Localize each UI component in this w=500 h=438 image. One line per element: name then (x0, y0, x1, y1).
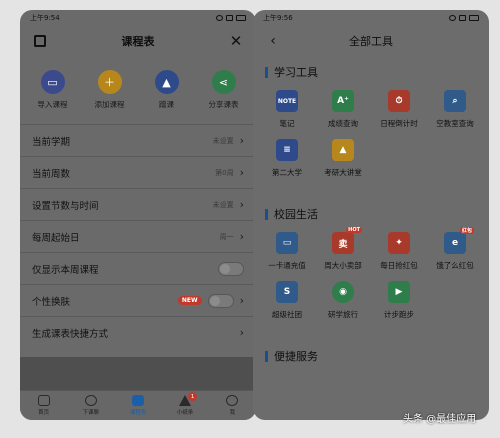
campus-life-grid: ▭ 一卡通充值 卖 HOT 周大小卖部 ✦ 每日抢红包 e 红包 饿了么红包 S… (253, 224, 489, 320)
import-icon: ▭ (40, 70, 65, 94)
tool-card-recharge[interactable]: ▭ 一卡通充值 (259, 232, 315, 271)
tab-me[interactable]: 我 (212, 395, 252, 416)
bottom-tab-bar: 首页 下课聊 课程表 1 小纸条 我 (20, 390, 256, 420)
profile-icon (226, 395, 239, 406)
home-icon (37, 395, 50, 406)
chevron-right-icon: › (239, 294, 244, 307)
close-icon: ✕ (229, 32, 243, 50)
tool-second-university[interactable]: ≡ 第二大学 (259, 139, 315, 178)
add-course-button[interactable]: ＋ 添加课程 (83, 70, 137, 110)
tool-step-running[interactable]: ▶ 计步跑步 (371, 281, 427, 320)
setting-custom-skin[interactable]: 个性换肤 NEW › (20, 284, 256, 316)
section-header: 便捷服务 (253, 346, 489, 366)
tab-schedule[interactable]: 课程表 (118, 395, 158, 416)
tool-daily-red-packet[interactable]: ✦ 每日抢红包 (371, 232, 427, 271)
quick-actions: ▭ 导入课程 ＋ 添加课程 ▲ 蹭课 ⋖ 分享课表 (20, 56, 256, 118)
status-time: 上午9:56 (263, 14, 293, 22)
add-course-icon: ＋ (97, 70, 122, 94)
club-icon: S (276, 281, 298, 303)
tab-home[interactable]: 首页 (24, 395, 64, 416)
section-header: 学习工具 (253, 62, 489, 82)
alarm-icon (216, 15, 223, 21)
chat-icon (84, 395, 97, 406)
setting-current-week[interactable]: 当前周数 第0周 › (20, 156, 256, 188)
tool-notes[interactable]: NOTE 笔记 (259, 90, 315, 129)
page-title: 课程表 (121, 35, 155, 48)
study-tools-grid: NOTE 笔记 A⁺ 成绩查询 ⏱ 日程倒计时 ⌕ 空教室查询 ≡ 第二大学 ▲… (253, 82, 489, 178)
scan-button[interactable] (32, 33, 48, 49)
red-packet-icon: ✦ (388, 232, 410, 254)
back-button[interactable]: ‹ (265, 33, 281, 49)
notification-badge: 1 (188, 392, 198, 401)
setting-current-semester[interactable]: 当前学期 未设置 › (20, 124, 256, 156)
empty-area (20, 357, 256, 391)
running-icon: ▶ (388, 281, 410, 303)
hot-badge: HOT (346, 227, 362, 233)
tool-shop[interactable]: 卖 HOT 周大小卖部 (315, 227, 371, 271)
course-schedule-screen: 上午9:54 课程表 ✕ ▭ 导入课程 ＋ 添加课程 ▲ 蹭课 ⋖ 分享课表 当… (20, 10, 256, 420)
share-schedule-button[interactable]: ⋖ 分享课表 (197, 70, 251, 110)
status-time: 上午9:54 (30, 14, 60, 22)
new-badge: NEW (177, 296, 202, 305)
chevron-right-icon: › (239, 326, 244, 339)
travel-icon: ◉ (332, 281, 354, 303)
section-title: 学习工具 (274, 66, 318, 79)
section-header: 校园生活 (253, 204, 489, 224)
tool-grade-query[interactable]: A⁺ 成绩查询 (315, 90, 371, 129)
chevron-right-icon: › (239, 198, 244, 211)
card-icon: ▭ (276, 232, 298, 254)
tool-eleme-red-packet[interactable]: e 红包 饿了么红包 (427, 227, 483, 271)
grade-icon: A⁺ (332, 90, 354, 112)
scan-icon (34, 35, 46, 47)
tool-super-club[interactable]: S 超级社团 (259, 281, 315, 320)
share-icon: ⋖ (211, 70, 236, 94)
red-packet-badge: 红包 (459, 227, 474, 234)
page-title: 全部工具 (349, 35, 393, 48)
chevron-right-icon: › (239, 166, 244, 179)
status-bar: 上午9:56 (253, 10, 489, 26)
setting-this-week-only: 仅显示本周课程 (20, 252, 256, 284)
chevron-right-icon: › (239, 134, 244, 147)
wifi-icon (459, 15, 466, 21)
setting-week-start-day[interactable]: 每周起始日 周一 › (20, 220, 256, 252)
classroom-search-icon: ⌕ (444, 90, 466, 112)
header: ‹ 全部工具 (253, 26, 489, 56)
graduation-cap-icon: ▲ (332, 139, 354, 161)
shop-icon: 卖 HOT (332, 227, 362, 254)
setting-periods-time[interactable]: 设置节数与时间 未设置 › (20, 188, 256, 220)
chevron-left-icon: ‹ (270, 33, 276, 49)
status-bar: 上午9:54 (20, 10, 256, 26)
schedule-icon (131, 395, 144, 406)
book-icon: ≡ (276, 139, 298, 161)
alarm-icon (449, 15, 456, 21)
eleme-icon: e 红包 (444, 227, 474, 254)
settings-list: 当前学期 未设置 › 当前周数 第0周 › 设置节数与时间 未设置 › 每周起始… (20, 124, 256, 348)
battery-icon (469, 15, 479, 21)
setting-create-shortcut[interactable]: 生成课表快捷方式 › (20, 316, 256, 348)
section-title: 便捷服务 (274, 350, 318, 363)
tab-chat[interactable]: 下课聊 (71, 395, 111, 416)
this-week-only-toggle[interactable] (218, 261, 244, 276)
all-tools-screen: 上午9:56 ‹ 全部工具 学习工具 NOTE 笔记 A⁺ 成绩查询 ⏱ 日程倒… (253, 10, 489, 420)
section-title: 校园生活 (274, 208, 318, 221)
close-button[interactable]: ✕ (228, 32, 244, 50)
tab-notes[interactable]: 1 小纸条 (165, 392, 205, 416)
graduation-cap-icon: ▲ (154, 70, 179, 94)
battery-icon (236, 15, 246, 21)
audit-class-button[interactable]: ▲ 蹭课 (140, 70, 194, 110)
tool-postgrad-lecture[interactable]: ▲ 考研大讲堂 (315, 139, 371, 178)
countdown-icon: ⏱ (388, 90, 410, 112)
chevron-right-icon: › (239, 230, 244, 243)
tool-classroom-search[interactable]: ⌕ 空教室查询 (427, 90, 483, 129)
skin-toggle[interactable] (207, 293, 234, 308)
import-course-button[interactable]: ▭ 导入课程 (26, 70, 80, 110)
tool-countdown[interactable]: ⏱ 日程倒计时 (371, 90, 427, 129)
header: 课程表 ✕ (20, 26, 256, 56)
wifi-icon (226, 15, 233, 21)
note-icon: NOTE (276, 90, 298, 112)
tool-study-travel[interactable]: ◉ 研学旅行 (315, 281, 371, 320)
watermark: 头条 @最佳应用 (403, 414, 477, 425)
